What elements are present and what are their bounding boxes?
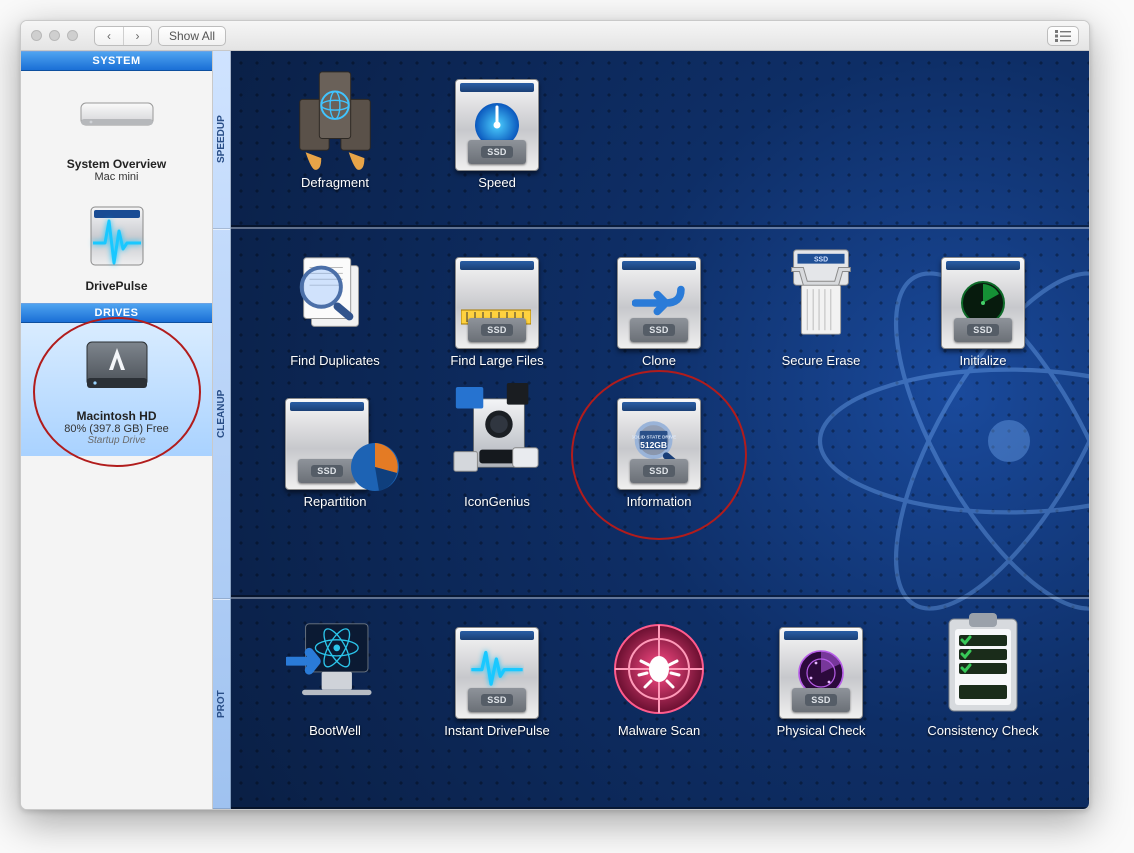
sidebar-item-drivepulse[interactable]: DrivePulse [21, 193, 212, 303]
tool-label: Instant DrivePulse [444, 723, 550, 738]
close-window-dot[interactable] [31, 30, 42, 41]
zoom-window-dot[interactable] [67, 30, 78, 41]
nav-forward-button[interactable]: › [123, 27, 151, 45]
tool-label: Malware Scan [618, 723, 700, 738]
drive-sub2: Startup Drive [27, 435, 206, 446]
tool-label: Secure Erase [782, 353, 861, 368]
mac-mini-icon [27, 81, 206, 151]
tool-consistency-check[interactable]: Consistency Check [913, 605, 1053, 742]
tool-find-large-files[interactable]: SSD Find Large Files [427, 235, 567, 372]
system-overview-subtitle: Mac mini [27, 171, 206, 183]
tool-label: Information [626, 494, 691, 509]
row-cleanup: Find Duplicates [231, 229, 1089, 599]
tool-label: Initialize [960, 353, 1007, 368]
sidebar-item-drive-macintosh-hd[interactable]: Macintosh HD 80% (397.8 GB) Free Startup… [21, 323, 212, 456]
find-duplicates-icon [286, 239, 384, 349]
main-pane: SPEEDUP CLEANUP PROT [213, 51, 1089, 809]
find-large-files-icon: SSD [448, 239, 546, 349]
tool-label: Speed [478, 175, 516, 190]
tool-label: Physical Check [777, 723, 866, 738]
secure-erase-icon: SSD [772, 239, 870, 349]
tool-speed[interactable]: SSD Speed [427, 57, 567, 194]
tool-label: Repartition [304, 494, 367, 509]
physical-check-icon: SSD [772, 609, 870, 719]
tool-find-duplicates[interactable]: Find Duplicates [265, 235, 405, 372]
svg-text:SSD: SSD [814, 257, 828, 264]
tool-secure-erase[interactable]: SSD Secure Erase [751, 235, 891, 372]
list-view-button[interactable] [1047, 26, 1079, 46]
tab-cleanup[interactable]: CLEANUP [213, 229, 230, 599]
tool-initialize[interactable]: SSD Initialize [913, 235, 1053, 372]
tool-label: IconGenius [464, 494, 530, 509]
system-overview-title: System Overview [27, 157, 206, 171]
instant-drivepulse-icon: SSD [448, 609, 546, 719]
tool-information[interactable]: SOLID STATE DRIVE 512GB SSD Information [589, 376, 729, 513]
nav-back-forward: ‹ › [94, 26, 152, 46]
tool-repartition[interactable]: SSD Repartition [265, 376, 405, 513]
speed-icon: SSD [448, 61, 546, 171]
malware-scan-icon [610, 609, 708, 719]
tool-instant-drivepulse[interactable]: SSD Instant DrivePulse [427, 605, 567, 742]
tool-label: Find Duplicates [290, 353, 380, 368]
repartition-icon: SSD [286, 380, 384, 490]
list-icon [1055, 30, 1071, 42]
tab-speedup[interactable]: SPEEDUP [213, 51, 230, 229]
tool-malware-scan[interactable]: Malware Scan [589, 605, 729, 742]
initialize-icon: SSD [934, 239, 1032, 349]
sidebar-section-system: SYSTEM [21, 51, 212, 71]
consistency-check-icon [934, 609, 1032, 719]
clone-icon: SSD [610, 239, 708, 349]
icongenius-icon [448, 380, 546, 490]
drive-icon [27, 333, 206, 403]
tool-label: Defragment [301, 175, 369, 190]
minimize-window-dot[interactable] [49, 30, 60, 41]
drivepulse-title: DrivePulse [27, 279, 206, 293]
row-speedup: Defragment [231, 51, 1089, 229]
tool-icongenius[interactable]: IconGenius [427, 376, 567, 513]
information-icon: SOLID STATE DRIVE 512GB SSD [610, 380, 708, 490]
titlebar: ‹ › Show All [21, 21, 1089, 51]
svg-text:512GB: 512GB [640, 440, 667, 450]
tool-physical-check[interactable]: SSD Physical Check [751, 605, 891, 742]
tool-bootwell[interactable]: BootWell [265, 605, 405, 742]
sidebar-item-system-overview[interactable]: System Overview Mac mini [21, 71, 212, 193]
defragment-icon [286, 61, 384, 171]
drivepulse-icon [27, 203, 206, 273]
tool-label: BootWell [309, 723, 361, 738]
drive-subtitle: 80% (397.8 GB) Free [27, 423, 206, 435]
nav-back-button[interactable]: ‹ [95, 27, 123, 45]
bootwell-icon [286, 609, 384, 719]
tool-label: Clone [642, 353, 676, 368]
sidebar: SYSTEM System Overview Mac mini [21, 51, 213, 809]
svg-text:SOLID STATE DRIVE: SOLID STATE DRIVE [632, 435, 676, 440]
tool-label: Find Large Files [450, 353, 543, 368]
tool-label: Consistency Check [927, 723, 1038, 738]
drive-title: Macintosh HD [27, 409, 206, 423]
sidebar-section-drives: DRIVES [21, 303, 212, 323]
window-controls [31, 30, 78, 41]
row-protect: BootWell SSD [231, 599, 1089, 809]
vertical-tabs: SPEEDUP CLEANUP PROT [213, 51, 231, 809]
tab-protect[interactable]: PROT [213, 599, 230, 809]
tool-clone[interactable]: SSD Clone [589, 235, 729, 372]
app-window: ‹ › Show All SYSTEM [20, 20, 1090, 810]
show-all-button[interactable]: Show All [158, 26, 226, 46]
tool-defragment[interactable]: Defragment [265, 57, 405, 194]
